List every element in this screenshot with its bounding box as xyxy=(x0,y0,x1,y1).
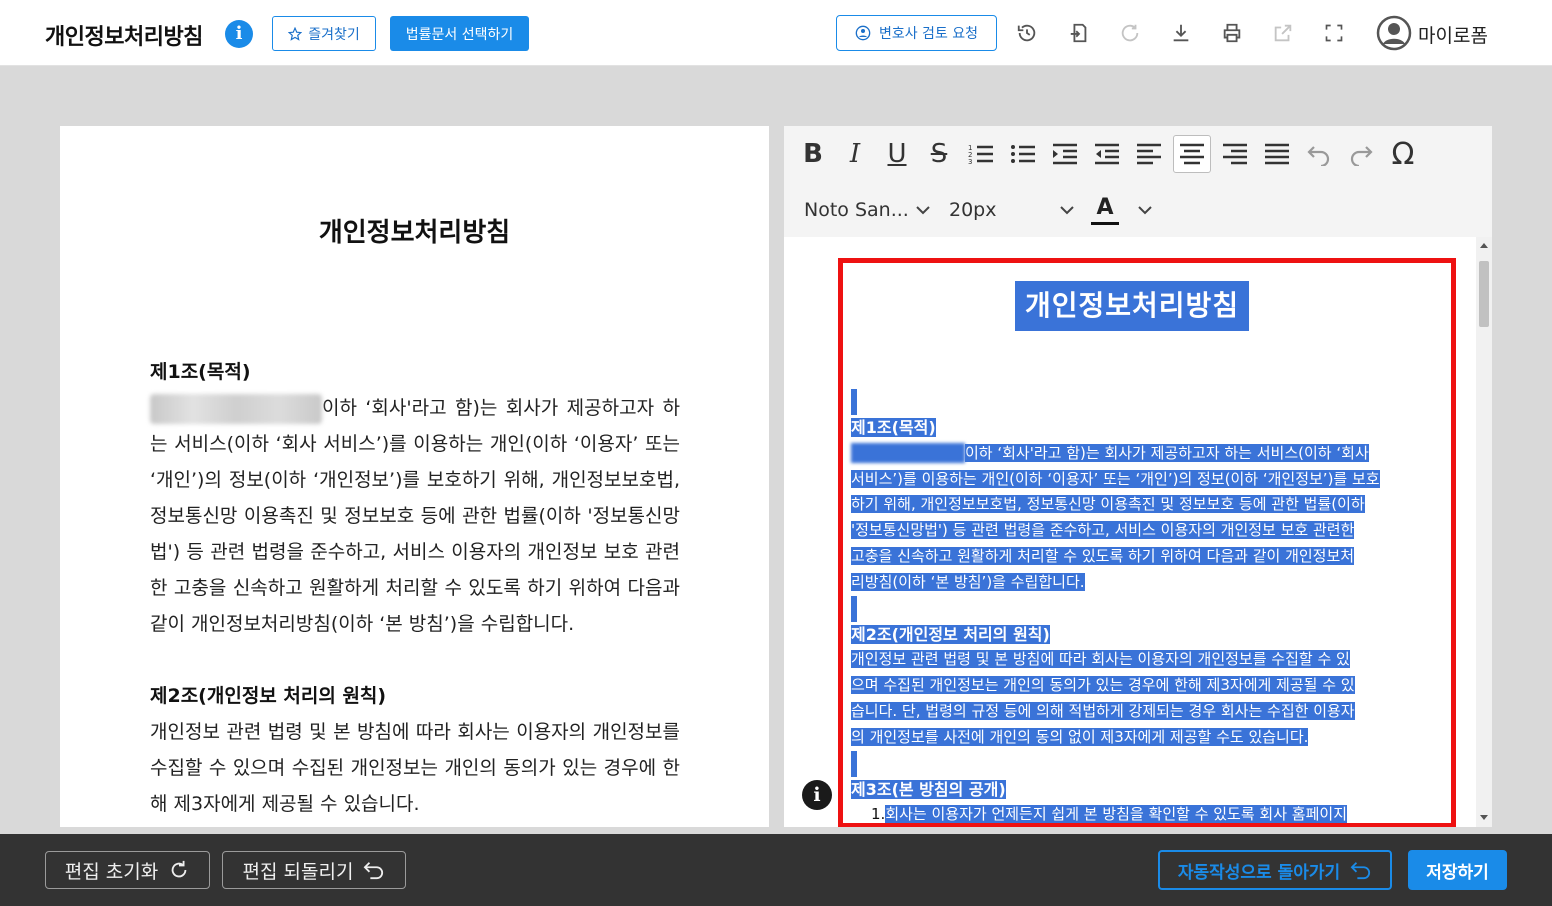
history-icon[interactable] xyxy=(1014,20,1040,46)
editor-scrollbar[interactable] xyxy=(1476,237,1492,827)
indent-icon[interactable] xyxy=(1046,135,1084,173)
select-legal-doc-button[interactable]: 법률문서 선택하기 xyxy=(390,16,529,51)
font-family-select[interactable]: Noto San... xyxy=(804,199,909,221)
info-icon[interactable]: i xyxy=(225,20,253,48)
lawyer-review-label: 변호사 검토 요청 xyxy=(878,26,979,42)
italic-icon[interactable]: I xyxy=(836,135,874,173)
editor-article1-line: 서비스’)를 이용하는 개인(이하 ‘이용자’ 또는 ‘개인’)의 정보(이하 … xyxy=(851,469,1380,488)
preview-title: 개인정보처리방침 xyxy=(318,218,511,248)
editor-toolbar-row2: Noto San... 20px A xyxy=(784,181,1492,237)
bold-icon[interactable]: B xyxy=(794,135,832,173)
app-header: 개인정보처리방침 i 즐겨찾기 법률문서 선택하기 변호사 검토 요청 마이로폼 xyxy=(0,0,1552,66)
editor-article2-line: 습니다. 단, 법령의 규정 등에 의해 적법하게 강제되는 경우 회사는 수집… xyxy=(851,701,1355,720)
return-arrow-icon xyxy=(1350,862,1371,880)
preview-article1-rest: 하는 서비스(이하 ‘회사 서비스’)를 이용하는 개인(이하 ‘이용자’ 또는… xyxy=(150,397,680,635)
editor-article1-line: '정보통신망법') 등 관련 법령을 준수하고, 서비스 이용자의 개인정보 보… xyxy=(851,521,1355,540)
refresh-icon xyxy=(1117,20,1143,46)
align-center-icon[interactable] xyxy=(1173,135,1211,173)
preview-article1-line1: 이하 ‘회사'라고 함)는 회사가 제공하고자 xyxy=(322,397,655,419)
editor-title: 개인정보처리방침 xyxy=(1015,281,1250,331)
font-family-chevron-down-icon[interactable] xyxy=(916,205,930,215)
editor-info-icon[interactable]: i xyxy=(802,780,832,810)
rich-text-editor: B I U S 123 Ω Noto San... 20px A 개인정보처리방… xyxy=(784,126,1492,827)
mypage-link[interactable]: 마이로폼 xyxy=(1418,21,1488,48)
save-label: 저장하기 xyxy=(1426,862,1489,883)
scroll-down-icon[interactable] xyxy=(1480,815,1488,820)
highlighted-selection-box: 개인정보처리방침 제1조(목적) 이하 ‘회사'라고 함)는 회사가 제공하고자… xyxy=(838,258,1456,827)
save-button[interactable]: 저장하기 xyxy=(1408,850,1507,890)
undo-arrow-icon xyxy=(364,862,384,880)
revert-edit-button[interactable]: 편집 되돌리기 xyxy=(222,851,406,889)
reset-edit-button[interactable]: 편집 초기화 xyxy=(45,851,210,889)
external-link-icon xyxy=(1270,20,1296,46)
footer-bar: 편집 초기화 편집 되돌리기 자동작성으로 돌아가기 저장하기 xyxy=(0,834,1552,906)
preview-article1-text: 이하 ‘회사'라고 함)는 회사가 제공하고자 하는 서비스(이하 ‘회사 서비… xyxy=(150,390,680,642)
align-justify-icon[interactable] xyxy=(1258,135,1296,173)
back-to-auto-button[interactable]: 자동작성으로 돌아가기 xyxy=(1158,850,1392,890)
redacted-company-name xyxy=(150,393,322,424)
editor-article1-line: 고충을 신속하고 원활하게 처리할 수 있도록 하기 위하여 다음과 같이 개인… xyxy=(851,546,1355,565)
preview-article2-heading: 제2조(개인정보 처리의 원칙) xyxy=(150,685,387,707)
favorite-button[interactable]: 즐겨찾기 xyxy=(272,16,376,51)
avatar-icon[interactable] xyxy=(1376,15,1412,51)
preview-article2-text: 개인정보 관련 법령 및 본 방침에 따라 회사는 이용자의 개인정보를 수집할… xyxy=(150,721,680,815)
font-color-button[interactable]: A xyxy=(1091,195,1119,225)
editor-article2-heading: 제2조(개인정보 처리의 원칙) xyxy=(851,624,1050,644)
editor-article3-heading: 제3조(본 방침의 공개) xyxy=(851,779,1006,799)
align-left-icon[interactable] xyxy=(1130,135,1168,173)
favorite-label: 즐겨찾기 xyxy=(308,26,360,43)
special-char-icon[interactable]: Ω xyxy=(1384,135,1422,173)
editor-article1-line: 하기 위해, 개인정보보호법, 정보통신망 이용촉진 및 정보보호 등에 관한 … xyxy=(851,495,1365,514)
font-size-select[interactable]: 20px xyxy=(949,199,996,221)
strikethrough-icon[interactable]: S xyxy=(920,135,958,173)
lawyer-icon xyxy=(855,25,871,41)
font-color-chevron-down-icon[interactable] xyxy=(1138,205,1152,215)
align-right-icon[interactable] xyxy=(1216,135,1254,173)
ordered-list-icon[interactable]: 123 xyxy=(962,135,1000,173)
editor-article2-line: 의 개인정보를 사전에 개인의 동의 없이 제3자에게 제공할 수도 있습니다. xyxy=(851,727,1309,746)
scrollbar-thumb[interactable] xyxy=(1479,261,1489,327)
svg-text:3: 3 xyxy=(968,158,972,166)
editor-body: 제1조(목적) 이하 ‘회사'라고 함)는 회사가 제공하고자 하는 서비스(이… xyxy=(851,389,1411,824)
select-legal-doc-label: 법률문서 선택하기 xyxy=(405,26,514,43)
font-size-chevron-down-icon[interactable] xyxy=(1060,205,1074,215)
editor-article1-line: 이하 ‘회사'라고 함)는 회사가 제공하고자 하는 서비스(이하 ‘회사 xyxy=(851,441,1411,467)
back-to-auto-label: 자동작성으로 돌아가기 xyxy=(1177,862,1341,883)
page-title: 개인정보처리방침 xyxy=(45,25,203,50)
reset-icon xyxy=(171,860,187,878)
outdent-icon[interactable] xyxy=(1088,135,1126,173)
print-icon[interactable] xyxy=(1219,20,1245,46)
undo-icon[interactable] xyxy=(1300,135,1338,173)
editor-article3-item: 1.회사는 이용자가 언제든지 쉽게 본 방침을 확인할 수 있도록 회사 홈페… xyxy=(871,805,1347,824)
star-icon xyxy=(288,26,303,41)
scroll-up-icon[interactable] xyxy=(1480,243,1488,248)
editor-article2-line: 으며 수집된 개인정보는 개인의 동의가 있는 경우에 한해 제3자에게 제공될… xyxy=(851,676,1355,695)
download-icon[interactable] xyxy=(1168,20,1194,46)
fullscreen-icon[interactable] xyxy=(1321,20,1347,46)
editor-toolbar-row1: B I U S 123 Ω xyxy=(784,126,1492,181)
import-icon[interactable] xyxy=(1066,20,1092,46)
redacted-company-name xyxy=(851,443,965,464)
revert-edit-label: 편집 되돌리기 xyxy=(242,860,354,883)
editor-article2-line: 개인정보 관련 법령 및 본 방침에 따라 회사는 이용자의 개인정보를 수집할… xyxy=(851,650,1350,669)
underline-icon[interactable]: U xyxy=(878,135,916,173)
bullet-list-icon[interactable] xyxy=(1004,135,1042,173)
redo-icon[interactable] xyxy=(1342,135,1380,173)
document-preview: 개인정보처리방침 제1조(목적) 이하 ‘회사'라고 함)는 회사가 제공하고자… xyxy=(60,126,769,827)
preview-article1-heading: 제1조(목적) xyxy=(150,361,251,383)
preview-body: 제1조(목적) 이하 ‘회사'라고 함)는 회사가 제공하고자 하는 서비스(이… xyxy=(150,354,680,822)
editor-content-area[interactable]: 개인정보처리방침 제1조(목적) 이하 ‘회사'라고 함)는 회사가 제공하고자… xyxy=(784,237,1492,827)
editor-article1-line: 리방침(이하 ‘본 방침’)을 수립합니다. xyxy=(851,572,1085,591)
lawyer-review-button[interactable]: 변호사 검토 요청 xyxy=(836,15,997,51)
reset-edit-label: 편집 초기화 xyxy=(64,860,159,883)
editor-article1-heading: 제1조(목적) xyxy=(851,418,936,437)
